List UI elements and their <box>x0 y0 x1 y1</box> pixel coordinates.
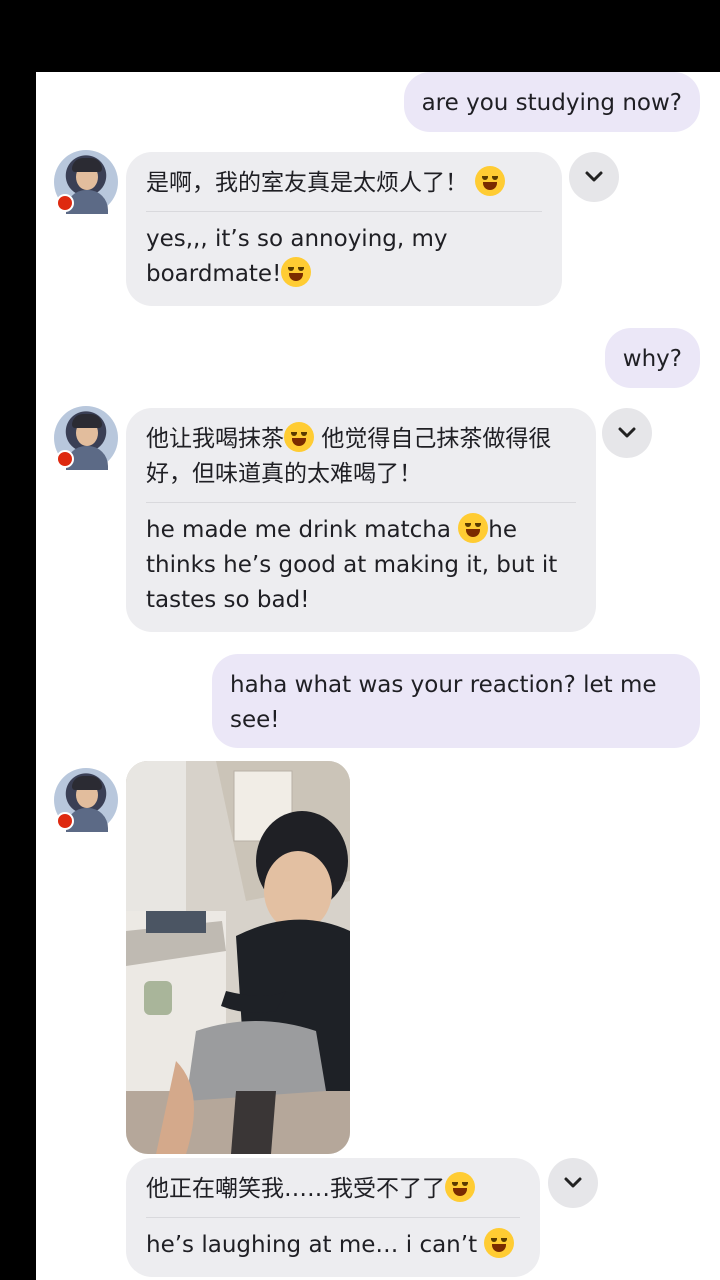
original-text: 是啊，我的室友真是太烦人了！ <box>146 166 542 212</box>
original-text: 他正在嘲笑我……我受不了了 <box>146 1172 520 1218</box>
chevron-down-icon <box>585 171 603 182</box>
translation-toggle-button[interactable] <box>602 408 652 458</box>
contact-avatar[interactable] <box>54 150 118 214</box>
sent-message-bubble[interactable]: are you studying now? <box>403 72 700 132</box>
translated-text: he made me drink matcha he thinks he’s g… <box>146 513 576 618</box>
message-text: haha what was your reaction? let me see! <box>230 672 657 733</box>
received-message-bubble[interactable]: 是啊，我的室友真是太烦人了！ yes,,, it’s so annoying, … <box>126 152 562 306</box>
face-with-tears-of-joy-emoji <box>458 513 489 543</box>
contact-avatar[interactable] <box>54 768 118 832</box>
contact-avatar[interactable] <box>54 406 118 470</box>
received-message-bubble[interactable]: 他正在嘲笑我……我受不了了 he’s laughing at me… i can… <box>126 1158 540 1277</box>
sent-message-bubble[interactable]: why? <box>604 328 700 388</box>
loudly-crying-face-emoji <box>475 166 506 196</box>
china-flag-icon <box>56 812 74 830</box>
translation-toggle-button[interactable] <box>569 152 619 202</box>
photo-image <box>126 761 350 1154</box>
china-flag-icon <box>56 450 74 468</box>
received-message-bubble[interactable]: 他让我喝抹茶 他觉得自己抹茶做得很好，但味道真的太难喝了！ he made me… <box>126 408 596 632</box>
loudly-crying-face-emoji <box>484 1228 515 1258</box>
chevron-down-icon <box>564 1177 582 1188</box>
message-text: why? <box>622 346 682 372</box>
sent-message-bubble[interactable]: haha what was your reaction? let me see! <box>212 654 700 748</box>
china-flag-icon <box>56 194 74 212</box>
message-text: are you studying now? <box>421 90 682 116</box>
translation-toggle-button[interactable] <box>548 1158 598 1208</box>
face-with-tears-of-joy-emoji <box>284 422 314 452</box>
photo-message[interactable] <box>126 761 350 1154</box>
loudly-crying-face-emoji <box>281 257 312 287</box>
chevron-down-icon <box>618 427 636 438</box>
translated-text: he’s laughing at me… i can’t <box>146 1228 520 1263</box>
translated-text: yes,,, it’s so annoying, my boardmate! <box>146 226 448 287</box>
original-text: 他让我喝抹茶 他觉得自己抹茶做得很好，但味道真的太难喝了！ <box>146 422 576 503</box>
chat-screen: are you studying now? 是啊，我的室友真是太烦人了！ yes… <box>36 72 720 1280</box>
loudly-crying-face-emoji <box>445 1172 475 1202</box>
